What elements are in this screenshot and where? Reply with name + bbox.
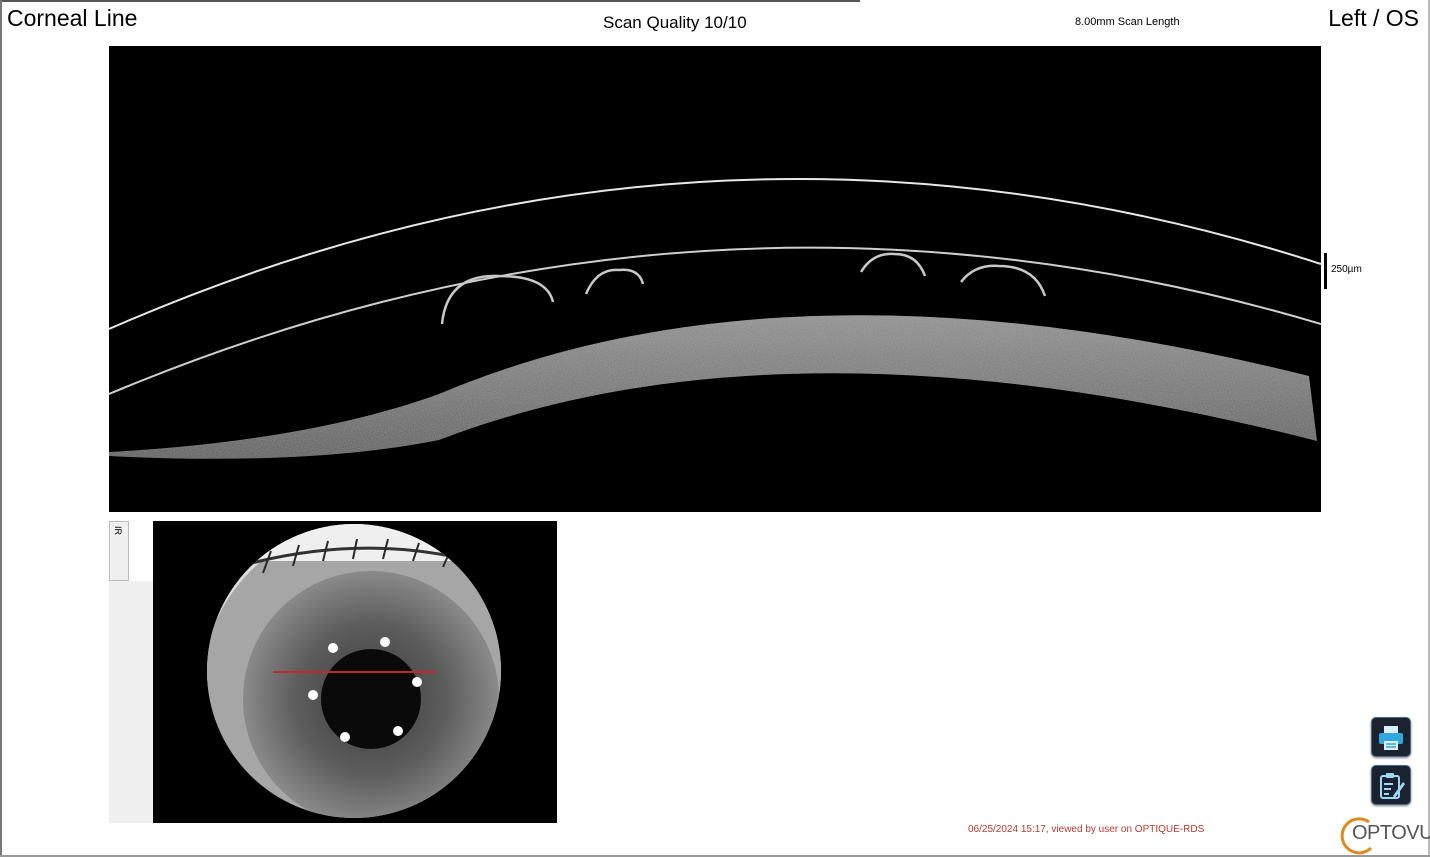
scale-bar-label: 250µm: [1331, 264, 1362, 275]
placido-light-4: [393, 726, 403, 736]
placido-light-1: [328, 643, 338, 653]
logo-wordmark: OPTOVUE: [1352, 822, 1430, 844]
scale-bar: [1324, 253, 1327, 289]
placido-light-2: [380, 637, 390, 647]
placido-light-6: [308, 690, 318, 700]
scan-quality-label: Scan Quality 10/10: [603, 13, 747, 32]
scan-length-label: 8.00mm Scan Length: [1075, 16, 1180, 28]
optovue-logo: OPTOVUE: [1339, 814, 1430, 855]
placido-light-3: [412, 677, 422, 687]
ir-fundus-image[interactable]: [153, 521, 557, 823]
printer-icon: [1379, 726, 1403, 750]
bscan-graphic: [109, 46, 1321, 512]
ir-side-strip: [109, 581, 153, 823]
window-frame-top: [0, 0, 860, 2]
scan-type-title: Corneal Line: [7, 5, 138, 31]
eye-side-label: Left / OS: [1328, 5, 1419, 31]
footer-status-text: 06/25/2024 15:17, viewed by user on OPTI…: [968, 824, 1205, 835]
ir-eye-graphic: [207, 524, 501, 818]
report-button[interactable]: [1371, 765, 1411, 805]
oct-bscan-image[interactable]: [109, 46, 1321, 512]
report-edit-icon: [1380, 773, 1405, 799]
ir-tab-label: IR: [113, 526, 123, 535]
placido-light-5: [340, 732, 350, 742]
print-button[interactable]: [1371, 717, 1411, 757]
ir-tab[interactable]: IR: [109, 521, 129, 581]
window-frame-left: [0, 0, 2, 857]
